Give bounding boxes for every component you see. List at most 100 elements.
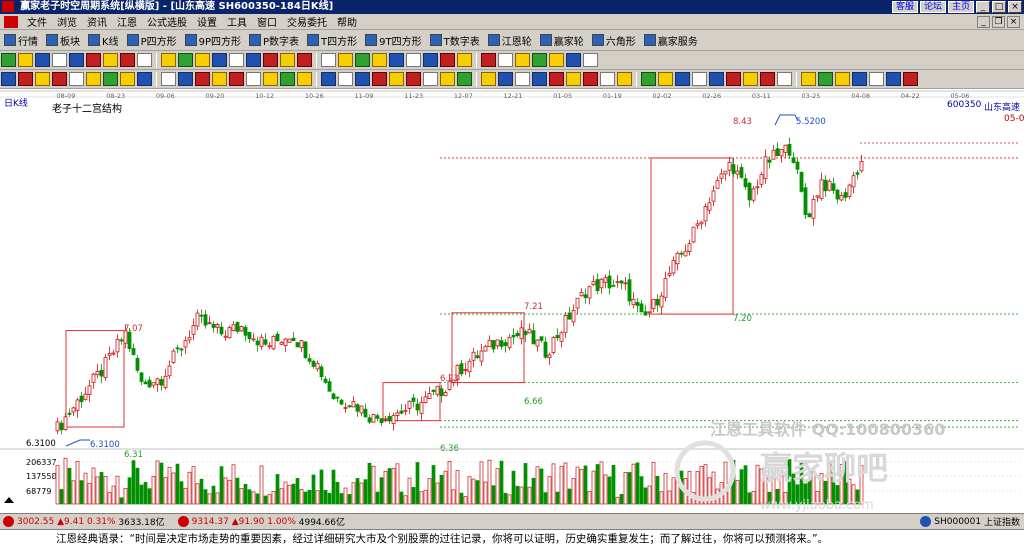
draw-tool-icon[interactable] (583, 53, 598, 67)
draw-tool-icon[interactable] (35, 53, 50, 67)
index-code[interactable]: SH000001 (934, 517, 981, 527)
toolbar-sector-button[interactable]: 板块 (46, 33, 80, 48)
draw-tool-icon[interactable] (280, 53, 295, 67)
analysis-tool-icon[interactable] (903, 72, 918, 86)
analysis-tool-icon[interactable] (515, 72, 530, 86)
toolbar-p-table-button[interactable]: P数字表 (249, 33, 299, 48)
draw-tool-icon[interactable] (52, 53, 67, 67)
analysis-tool-icon[interactable] (389, 72, 404, 86)
draw-tool-icon[interactable] (355, 53, 370, 67)
menu-trade[interactable]: 交易委托 (282, 14, 332, 29)
analysis-tool-icon[interactable] (69, 72, 84, 86)
analysis-tool-icon[interactable] (86, 72, 101, 86)
draw-tool-icon[interactable] (18, 53, 33, 67)
draw-tool-icon[interactable] (246, 53, 261, 67)
analysis-tool-icon[interactable] (103, 72, 118, 86)
draw-tool-icon[interactable] (549, 53, 564, 67)
analysis-tool-icon[interactable] (583, 72, 598, 86)
draw-tool-icon[interactable] (338, 53, 353, 67)
analysis-tool-icon[interactable] (137, 72, 152, 86)
app-menu-icon[interactable] (4, 15, 18, 28)
mdi-close-icon[interactable]: × (1007, 15, 1020, 28)
menu-settings[interactable]: 设置 (192, 14, 222, 29)
draw-tool-icon[interactable] (515, 53, 530, 67)
menu-window[interactable]: 窗口 (252, 14, 282, 29)
analysis-tool-icon[interactable] (440, 72, 455, 86)
sh-index-icon[interactable] (3, 516, 14, 527)
draw-tool-icon[interactable] (532, 53, 547, 67)
mdi-restore-icon[interactable]: ❐ (992, 15, 1005, 28)
analysis-tool-icon[interactable] (852, 72, 867, 86)
analysis-tool-icon[interactable] (835, 72, 850, 86)
analysis-tool-icon[interactable] (658, 72, 673, 86)
draw-tool-icon[interactable] (86, 53, 101, 67)
draw-tool-icon[interactable] (423, 53, 438, 67)
analysis-tool-icon[interactable] (600, 72, 615, 86)
draw-tool-icon[interactable] (229, 53, 244, 67)
analysis-tool-icon[interactable] (675, 72, 690, 86)
menu-formula[interactable]: 公式选股 (142, 14, 192, 29)
sz-index-icon[interactable] (177, 516, 189, 527)
menu-gann[interactable]: 江恩 (112, 14, 142, 29)
draw-tool-icon[interactable] (161, 53, 176, 67)
analysis-tool-icon[interactable] (726, 72, 741, 86)
close-icon[interactable]: × (1008, 1, 1022, 13)
toolbar-service-button[interactable]: 赢家服务 (643, 33, 698, 48)
draw-tool-icon[interactable] (457, 53, 472, 67)
kline-chart-panel[interactable]: 08-09 08-23 09-06 09-20 10-12 10-26 11-09 11-23… (0, 89, 1024, 513)
forum-link[interactable]: 论坛 (919, 1, 946, 13)
analysis-tool-icon[interactable] (760, 72, 775, 86)
analysis-tool-icon[interactable] (280, 72, 295, 86)
menu-info[interactable]: 资讯 (82, 14, 112, 29)
draw-tool-icon[interactable] (212, 53, 227, 67)
analysis-tool-icon[interactable] (743, 72, 758, 86)
analysis-tool-icon[interactable] (498, 72, 513, 86)
draw-tool-icon[interactable] (1, 53, 16, 67)
analysis-tool-icon[interactable] (246, 72, 261, 86)
analysis-tool-icon[interactable] (566, 72, 581, 86)
analysis-tool-icon[interactable] (195, 72, 210, 86)
analysis-tool-icon[interactable] (818, 72, 833, 86)
maximize-icon[interactable]: □ (992, 1, 1006, 13)
draw-tool-icon[interactable] (440, 53, 455, 67)
draw-tool-icon[interactable] (195, 53, 210, 67)
analysis-tool-icon[interactable] (532, 72, 547, 86)
index-name[interactable]: 上证指数 (984, 515, 1020, 528)
draw-tool-icon[interactable] (566, 53, 581, 67)
analysis-tool-icon[interactable] (35, 72, 50, 86)
analysis-tool-icon[interactable] (692, 72, 707, 86)
analysis-tool-icon[interactable] (355, 72, 370, 86)
draw-tool-icon[interactable] (69, 53, 84, 67)
menu-tools[interactable]: 工具 (222, 14, 252, 29)
analysis-tool-icon[interactable] (869, 72, 884, 86)
draw-tool-icon[interactable] (481, 53, 496, 67)
analysis-tool-icon[interactable] (229, 72, 244, 86)
menu-file[interactable]: 文件 (22, 14, 52, 29)
toolbar-9t-square-button[interactable]: 9T四方形 (365, 33, 422, 48)
draw-tool-icon[interactable] (137, 53, 152, 67)
analysis-tool-icon[interactable] (886, 72, 901, 86)
draw-tool-icon[interactable] (389, 53, 404, 67)
toolbar-9p-square-button[interactable]: 9P四方形 (184, 33, 241, 48)
analysis-tool-icon[interactable] (777, 72, 792, 86)
toolbar-winner-wheel-button[interactable]: 赢家轮 (539, 33, 584, 48)
analysis-tool-icon[interactable] (801, 72, 816, 86)
toolbar-market-button[interactable]: 行情 (4, 33, 38, 48)
toolbar-t-square-button[interactable]: T四方形 (307, 33, 357, 48)
analysis-tool-icon[interactable] (161, 72, 176, 86)
analysis-tool-icon[interactable] (52, 72, 67, 86)
menu-help[interactable]: 帮助 (332, 14, 362, 29)
analysis-tool-icon[interactable] (263, 72, 278, 86)
analysis-tool-icon[interactable] (406, 72, 421, 86)
analysis-tool-icon[interactable] (423, 72, 438, 86)
analysis-tool-icon[interactable] (212, 72, 227, 86)
analysis-tool-icon[interactable] (549, 72, 564, 86)
analysis-tool-icon[interactable] (120, 72, 135, 86)
mdi-minimize-icon[interactable]: _ (977, 15, 990, 28)
draw-tool-icon[interactable] (178, 53, 193, 67)
analysis-tool-icon[interactable] (457, 72, 472, 86)
index-selector-icon[interactable] (920, 516, 932, 527)
homepage-link[interactable]: 主页 (947, 1, 974, 13)
kline-chart[interactable]: 08-09 08-23 09-06 09-20 10-12 10-26 11-09 11-23… (0, 89, 1024, 513)
toolbar-t-table-button[interactable]: T数字表 (429, 33, 480, 48)
